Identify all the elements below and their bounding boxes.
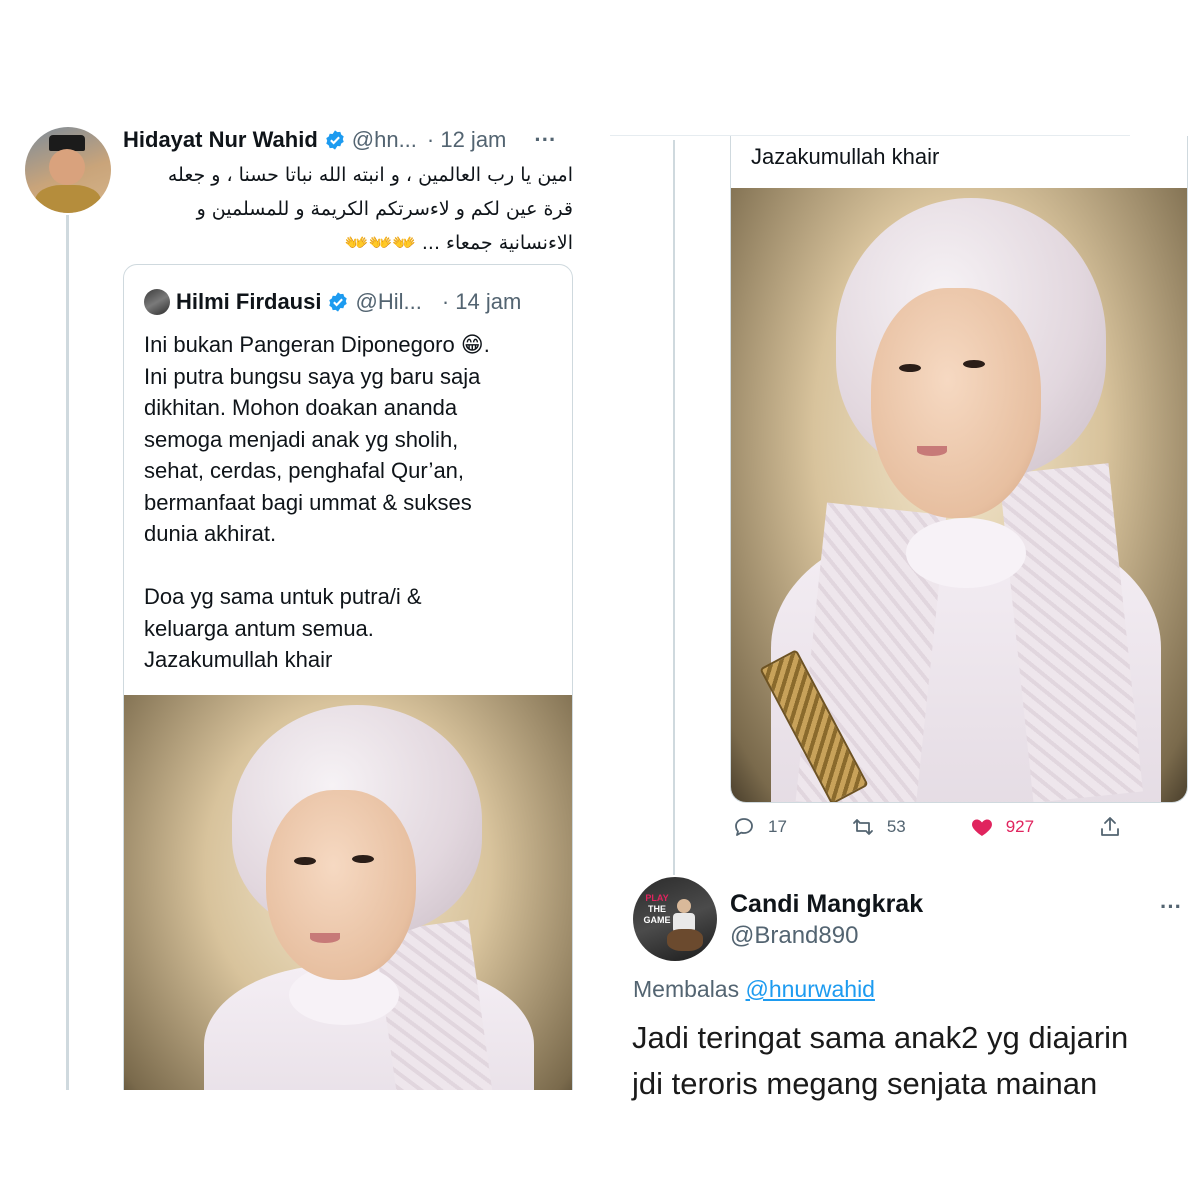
share-action[interactable] [1098, 815, 1122, 839]
like-count: 927 [1005, 817, 1035, 836]
thread-line [66, 215, 69, 1090]
mouth-shape [917, 446, 947, 456]
eye-shape [899, 364, 921, 372]
replying-to: Membalas @hnurwahid [633, 976, 875, 1003]
quoted-tweet-photo[interactable] [124, 695, 572, 1090]
face-shape [871, 288, 1041, 518]
reply-action[interactable]: 17 [732, 815, 787, 839]
verified-badge-icon [324, 129, 346, 151]
avatar-hilmi[interactable] [144, 289, 170, 315]
tweet-time[interactable]: · 12 jam [427, 127, 506, 153]
like-action[interactable]: 927 [970, 815, 1034, 839]
eye-shape [963, 360, 985, 368]
reply-icon [732, 815, 756, 839]
arabic-line-1: امين يا رب العالمين ، و انبته الله نباتا… [167, 164, 573, 186]
avatar-text-line: GAME [643, 915, 671, 925]
quoted-line: dunia akhirat. [144, 521, 277, 546]
avatar-text: PLAY THE GAME [639, 893, 675, 926]
mouth-shape [310, 933, 340, 943]
reply-tweet-text: Jadi teringat sama anak2 yg diajarin jdi… [632, 1015, 1192, 1107]
face-shape [49, 149, 85, 185]
arabic-line-3-text: الاءنسانية جمعاء ... [421, 232, 573, 254]
share-icon [1098, 815, 1122, 839]
tweet-actions: 17 53 927 [732, 810, 1122, 844]
avatar-hidayat[interactable] [25, 127, 111, 213]
verified-badge-icon [327, 291, 349, 313]
replying-to-link[interactable]: @hnurwahid [746, 976, 875, 1002]
arabic-line-3: الاءنسانية جمعاء ... 👐👐👐 [123, 226, 573, 260]
author-name[interactable]: Hidayat Nur Wahid [123, 127, 318, 153]
tweet-header: Hidayat Nur Wahid @hn... · 12 jam ··· [123, 124, 583, 156]
quoted-line: Doa yg sama untuk putra/i & [144, 584, 422, 609]
reply-count: 17 [768, 817, 787, 836]
reply-author-name[interactable]: Candi Mangkrak [730, 890, 923, 919]
open-hands-emoji: 👐👐👐 [344, 232, 416, 254]
thread-line-right [673, 140, 675, 875]
rider-head-shape [677, 899, 691, 913]
reply-text-line: Jadi teringat sama anak2 yg diajarin [632, 1020, 1129, 1055]
eye-shape [294, 857, 316, 865]
right-quoted-tweet-card[interactable]: Jazakumullah khair [730, 136, 1188, 803]
right-tweet-photo[interactable] [731, 188, 1187, 802]
quoted-line: Jazakumullah khair [144, 647, 333, 672]
quoted-line-blank [144, 550, 564, 582]
quoted-author-handle[interactable]: @Hil... [355, 289, 421, 315]
quoted-line: keluarga antum semua. [144, 615, 374, 641]
arabic-line-2: قرة عين لكم و لاءسرتكم الكريمة و للمسلمي… [196, 198, 573, 220]
replying-prefix: Membalas [633, 976, 740, 1002]
collar-shape [906, 518, 1026, 588]
more-options-icon[interactable]: ··· [534, 127, 556, 153]
reply-more-options-icon[interactable]: ··· [1160, 894, 1182, 920]
quoted-line: Ini bukan Pangeran Diponegoro 😁. [144, 332, 490, 357]
horse-shape [667, 929, 703, 951]
retweet-action[interactable]: 53 [851, 815, 906, 839]
tweet-text-arabic: امين يا رب العالمين ، و انبته الله نباتا… [123, 158, 573, 260]
face-shape [266, 790, 416, 980]
quoted-line: sehat, cerdas, penghafal Qur’an, [144, 458, 465, 483]
retweet-count: 53 [886, 817, 906, 836]
eye-shape [352, 855, 374, 863]
heart-icon [970, 815, 994, 839]
quoted-line: dikhitan. Mohon doakan ananda [144, 395, 458, 420]
right-tweet-text: Jazakumullah khair [751, 144, 940, 169]
quoted-tweet-card[interactable]: Hilmi Firdausi @Hil... · 14 jam Ini buka… [123, 264, 573, 1090]
avatar-candi[interactable]: PLAY THE GAME [633, 877, 717, 961]
left-screenshot: Hidayat Nur Wahid @hn... · 12 jam ··· ام… [0, 100, 600, 1090]
quoted-tweet-text: Ini bukan Pangeran Diponegoro 😁. Ini put… [144, 329, 564, 676]
reply-text-line: jdi teroris megang senjata mainan [632, 1066, 1098, 1101]
quoted-line: Ini putra bungsu saya yg baru saja [144, 363, 481, 389]
reply-author-handle[interactable]: @Brand890 [730, 922, 858, 950]
quoted-tweet-header: Hilmi Firdausi @Hil... · 14 jam [144, 285, 564, 319]
avatar-text-line: PLAY [645, 893, 669, 903]
author-handle[interactable]: @hn... [352, 127, 417, 153]
quoted-line: semoga menjadi anak yg sholih, [144, 426, 459, 452]
avatar-text-line: THE [648, 904, 666, 914]
quoted-tweet-time[interactable]: · 14 jam [442, 289, 521, 315]
retweet-icon [851, 815, 875, 839]
quoted-author-name[interactable]: Hilmi Firdausi [176, 289, 321, 315]
quoted-line: bermanfaat bagi ummat & sukses [144, 489, 472, 515]
batik-shirt-shape [35, 185, 101, 213]
